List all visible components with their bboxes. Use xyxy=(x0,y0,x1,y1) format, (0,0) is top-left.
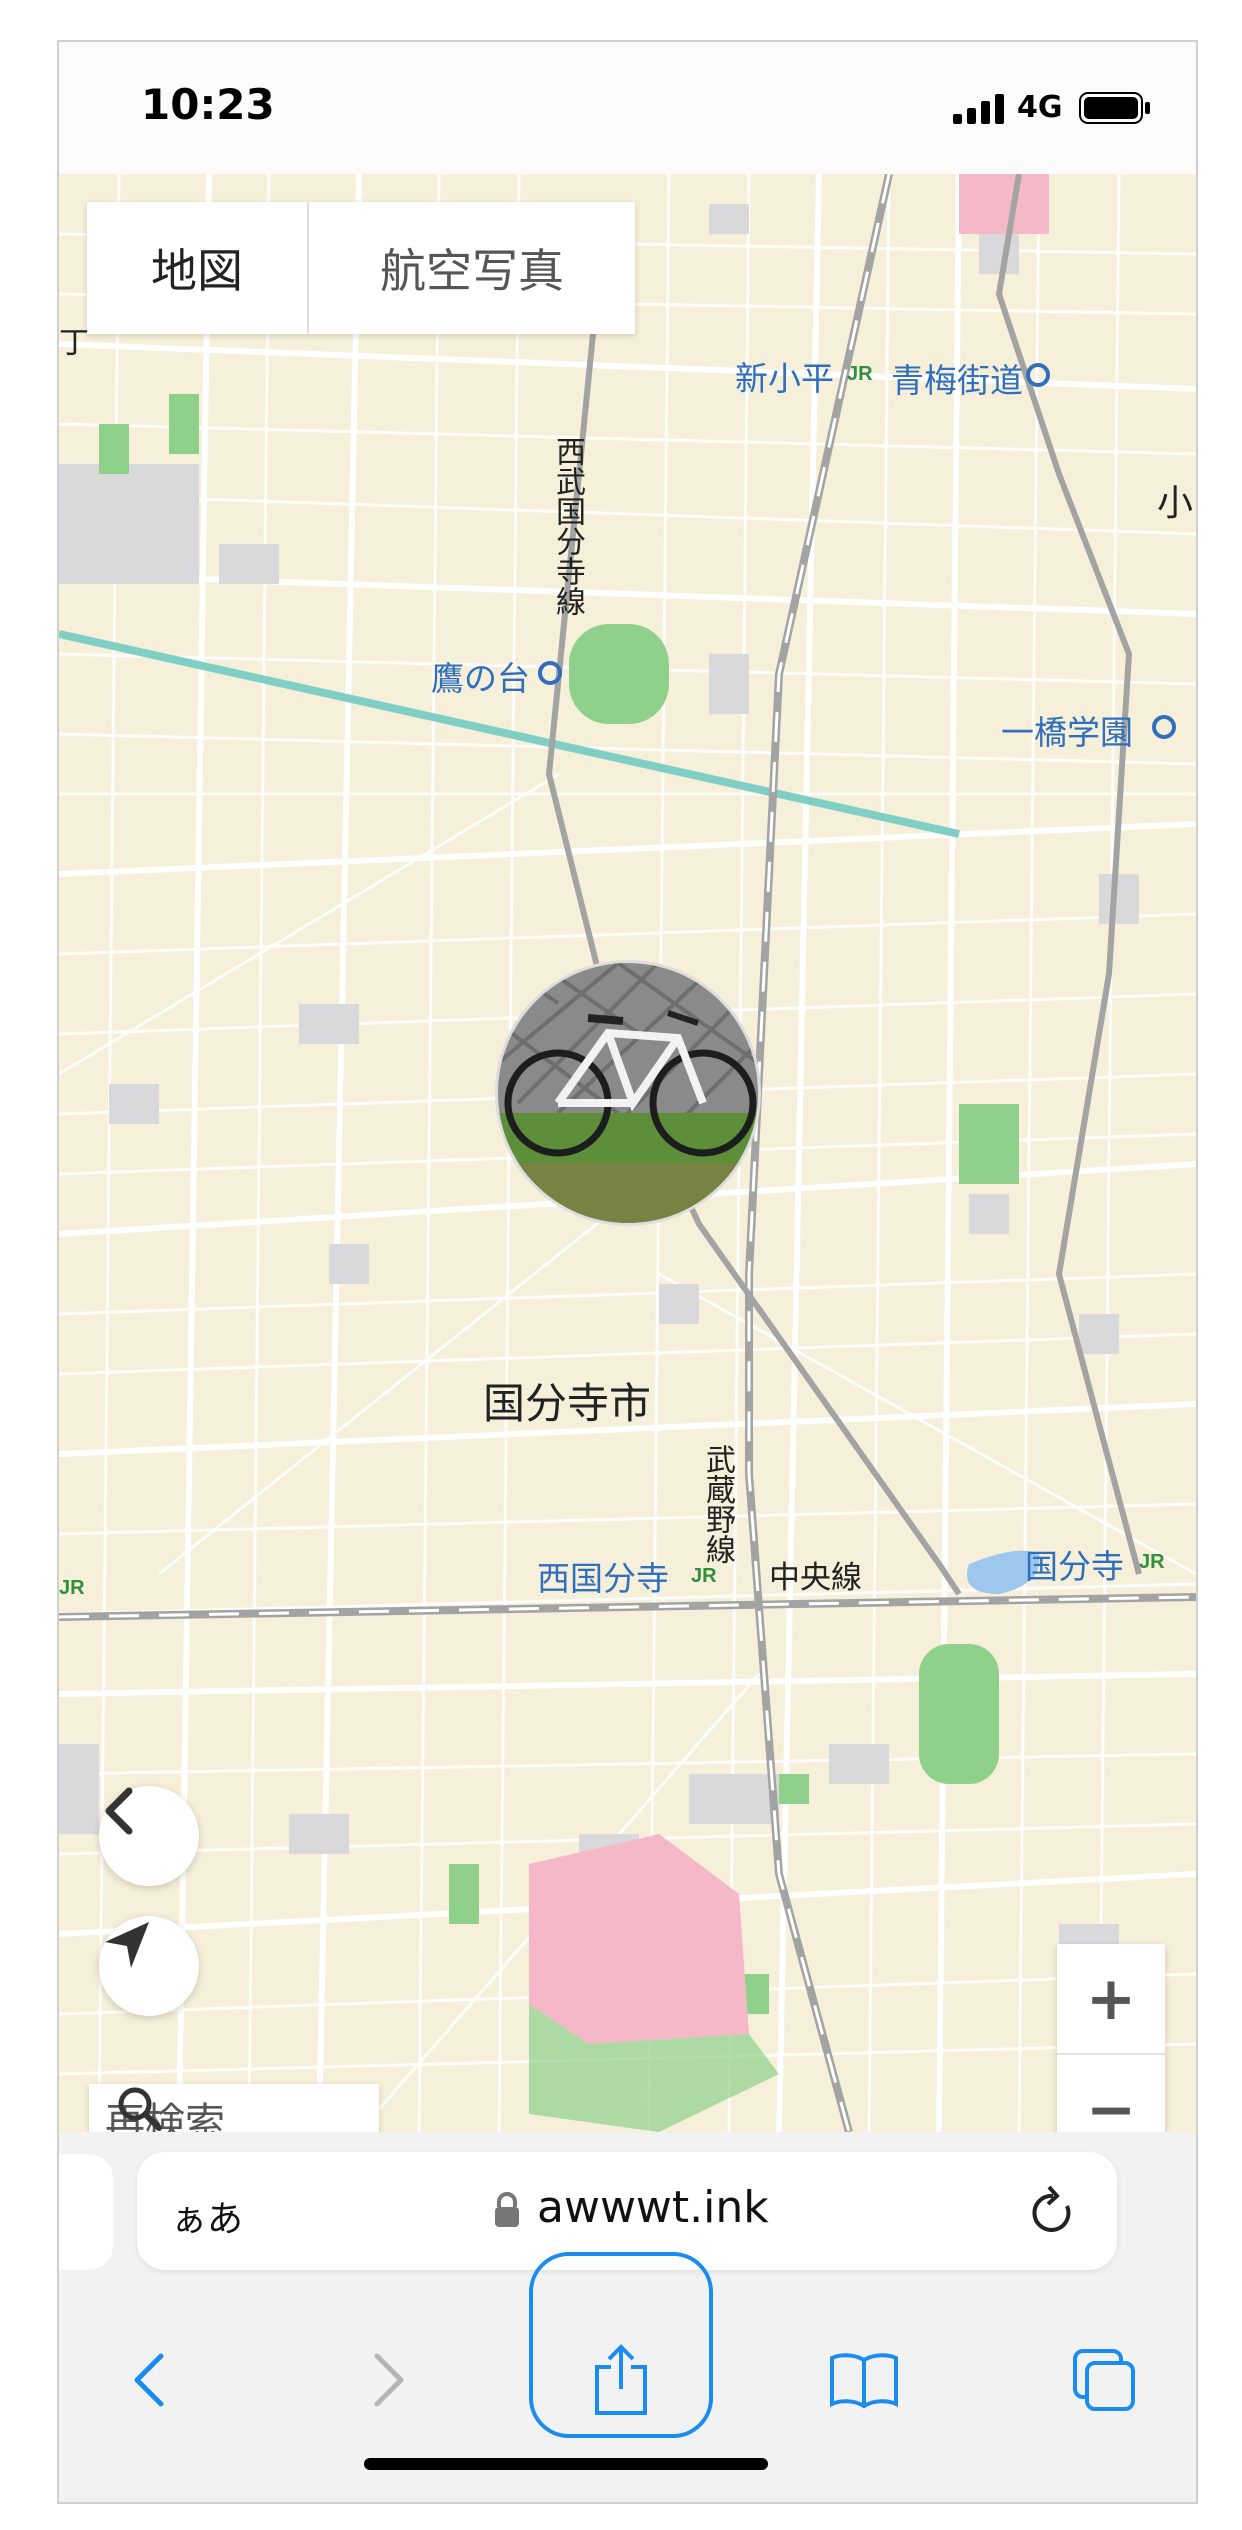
location-arrow-icon[interactable] xyxy=(99,1916,199,2016)
line-label-seibu-kokubunji: 西武国分寺線 xyxy=(550,436,585,616)
station-label-hitotsubashi[interactable]: 一橋学園 xyxy=(1001,706,1133,754)
station-icon xyxy=(1152,715,1176,739)
station-label-nishikokubunji[interactable]: 西国分寺 xyxy=(537,1552,669,1600)
jr-icon: JR xyxy=(1139,1551,1165,1572)
phone-frame: 10:23 4G 地図 航空写真 新小平 JR 青梅街道 鷹の台 一橋学園 小 … xyxy=(57,40,1198,2504)
map-type-toggle: 地図 航空写真 xyxy=(87,202,635,334)
reader-aa-button[interactable]: ぁあ xyxy=(171,2190,243,2242)
bicycle-photo xyxy=(498,963,758,1223)
station-icon xyxy=(538,661,562,685)
lock-icon xyxy=(495,2192,519,2227)
share-icon[interactable] xyxy=(569,2330,673,2430)
station-icon xyxy=(1026,363,1050,387)
station-label-takanodai[interactable]: 鷹の台 xyxy=(431,652,530,700)
battery-icon xyxy=(1079,92,1150,124)
jr-icon: JR xyxy=(691,1565,717,1586)
line-label-musashino: 武蔵野線 xyxy=(700,1444,735,1564)
url-text: awwwt.ink xyxy=(537,2182,769,2233)
svg-text:JR: JR xyxy=(1139,1551,1165,1572)
home-indicator xyxy=(364,2458,768,2470)
edge-label-right: 小 xyxy=(1157,483,1194,524)
edge-label-left: 丁 xyxy=(59,326,89,361)
zoom-in-button[interactable]: + xyxy=(1057,1944,1165,2055)
city-label-kokubunji: 国分寺市 xyxy=(483,1379,652,1428)
reload-icon[interactable] xyxy=(1027,2184,1079,2240)
network-type: 4G xyxy=(1017,90,1063,125)
photo-pin-bicycle[interactable] xyxy=(495,960,761,1226)
browser-toolbar: ぁあ awwwt.ink xyxy=(59,2132,1196,2502)
station-label-shinkodaira[interactable]: 新小平 xyxy=(735,352,834,400)
svg-text:JR: JR xyxy=(847,363,873,384)
nav-forward-icon[interactable] xyxy=(349,2330,429,2430)
status-time: 10:23 xyxy=(141,80,275,129)
signal-icon xyxy=(953,94,1004,124)
back-icon[interactable] xyxy=(99,1786,199,1886)
station-label-kokubunji[interactable]: 国分寺 xyxy=(1025,1540,1124,1588)
zoom-out-button[interactable]: − xyxy=(1057,2055,1165,2133)
status-bar: 10:23 4G xyxy=(59,42,1196,174)
svg-text:JR: JR xyxy=(691,1565,717,1586)
map-type-aerial[interactable]: 航空写真 xyxy=(309,202,635,334)
map-type-map[interactable]: 地図 xyxy=(87,202,309,334)
research-button[interactable]: 再検索 xyxy=(89,2084,379,2132)
jr-icon: JR xyxy=(847,363,873,384)
svg-text:JR: JR xyxy=(59,1577,85,1598)
map-view[interactable]: 地図 航空写真 新小平 JR 青梅街道 鷹の台 一橋学園 小 丁 西武国分寺線 … xyxy=(59,174,1196,2132)
line-label-chuo: 中央線 xyxy=(769,1560,862,1596)
nav-back-icon[interactable] xyxy=(109,2330,189,2430)
tabs-icon[interactable] xyxy=(1059,2330,1149,2430)
zoom-control: + − xyxy=(1057,1944,1165,2132)
bookmarks-icon[interactable] xyxy=(819,2330,909,2430)
search-icon xyxy=(118,2087,162,2131)
station-label-omekaido[interactable]: 青梅街道 xyxy=(891,354,1023,402)
jr-icon: JR xyxy=(59,1577,85,1598)
previous-tab-peek[interactable] xyxy=(59,2154,113,2270)
